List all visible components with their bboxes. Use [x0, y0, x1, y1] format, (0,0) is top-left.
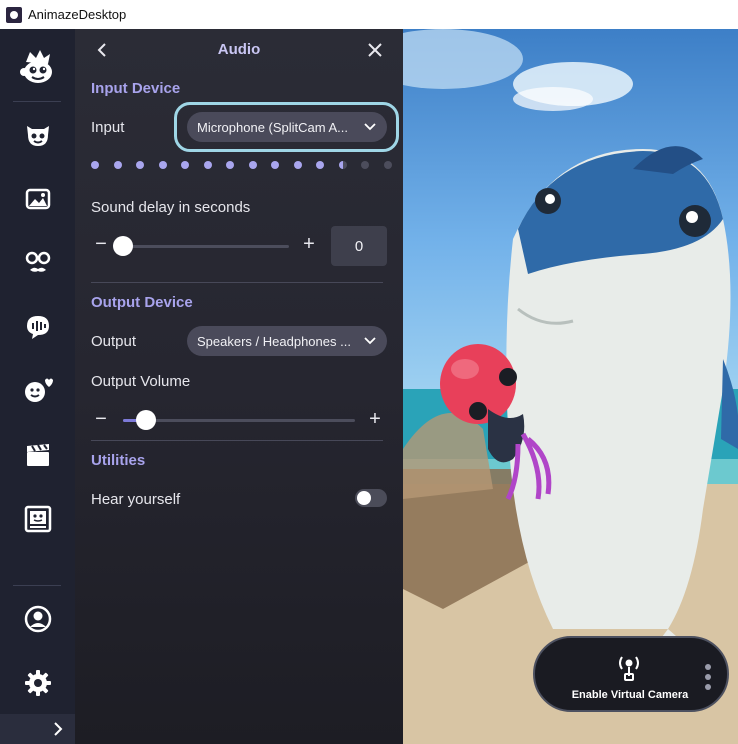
- panel-header: Audio: [75, 29, 403, 71]
- level-dot: [159, 161, 167, 169]
- emotes-icon[interactable]: [0, 370, 75, 410]
- settings-gear-icon[interactable]: [0, 663, 75, 703]
- sidebar-divider: [13, 101, 61, 102]
- close-icon: [368, 43, 382, 57]
- chevron-down-icon: [364, 123, 376, 131]
- input-device-value: Microphone (SplitCam A...: [197, 119, 349, 135]
- window-titlebar: AnimazeDesktop: [0, 0, 738, 29]
- level-dot: [91, 161, 99, 169]
- section-divider: [91, 282, 383, 283]
- output-volume-label: Output Volume: [91, 373, 191, 390]
- volume-increase-button[interactable]: +: [367, 408, 383, 431]
- sound-delay-slider-knob[interactable]: [113, 236, 133, 256]
- chevron-down-icon: [364, 337, 376, 345]
- background-image-icon[interactable]: [0, 179, 75, 219]
- virtual-camera-label: Enable Virtual Camera: [571, 689, 689, 701]
- level-dot: [226, 161, 234, 169]
- output-device-heading: Output Device: [91, 294, 193, 311]
- sound-delay-value-input[interactable]: 0: [331, 226, 387, 266]
- hear-yourself-toggle[interactable]: [355, 489, 387, 507]
- audio-panel: Audio Input Device Input Microphone (Spl…: [75, 29, 403, 744]
- sidebar-expand-button[interactable]: [0, 714, 75, 744]
- props-glasses-icon[interactable]: [0, 242, 75, 282]
- window-title: AnimazeDesktop: [28, 7, 127, 22]
- profile-icon[interactable]: [0, 599, 75, 639]
- input-level-meter: [91, 161, 392, 171]
- level-dot: [271, 161, 279, 169]
- section-divider: [91, 440, 383, 441]
- input-device-dropdown[interactable]: Microphone (SplitCam A...: [187, 112, 387, 142]
- enable-virtual-camera-button[interactable]: Enable Virtual Camera: [533, 636, 729, 712]
- utilities-heading: Utilities: [91, 452, 146, 469]
- level-dot: [384, 161, 392, 169]
- volume-decrease-button[interactable]: −: [93, 408, 109, 431]
- sound-delay-increase-button[interactable]: +: [301, 233, 317, 256]
- clapperboard-icon[interactable]: [0, 435, 75, 475]
- toggle-knob: [357, 491, 371, 505]
- level-dot: [136, 161, 144, 169]
- logo-icon[interactable]: [0, 44, 75, 92]
- output-label: Output: [91, 333, 137, 350]
- hear-yourself-label: Hear yourself: [91, 491, 181, 508]
- sound-delay-decrease-button[interactable]: −: [93, 233, 109, 256]
- sound-delay-slider-track[interactable]: [119, 245, 289, 248]
- avatar-face-icon[interactable]: [0, 115, 75, 155]
- level-dot: [249, 161, 257, 169]
- level-dot: [181, 161, 189, 169]
- level-dot: [204, 161, 212, 169]
- speech-bubble-icon[interactable]: [0, 307, 75, 347]
- sound-delay-label: Sound delay in seconds: [91, 199, 251, 216]
- input-device-heading: Input Device: [91, 80, 181, 97]
- volume-slider-knob[interactable]: [136, 410, 156, 430]
- sidebar: [0, 29, 75, 744]
- close-button[interactable]: [365, 40, 385, 60]
- level-dot: [316, 161, 324, 169]
- more-options-icon[interactable]: [703, 662, 713, 692]
- level-dot: [294, 161, 302, 169]
- level-dot: [339, 161, 347, 169]
- input-label: Input: [91, 119, 125, 136]
- panel-title: Audio: [217, 41, 261, 58]
- output-device-value: Speakers / Headphones ...: [197, 333, 351, 349]
- chevron-right-icon: [54, 722, 63, 736]
- level-dot: [361, 161, 369, 169]
- app-icon: [6, 6, 22, 23]
- volume-slider-track[interactable]: [123, 419, 355, 422]
- sidebar-divider: [13, 585, 61, 586]
- level-dot: [114, 161, 122, 169]
- screen-capture-icon[interactable]: [0, 499, 75, 539]
- broadcast-camera-icon: [619, 656, 639, 681]
- output-device-dropdown[interactable]: Speakers / Headphones ...: [187, 326, 387, 356]
